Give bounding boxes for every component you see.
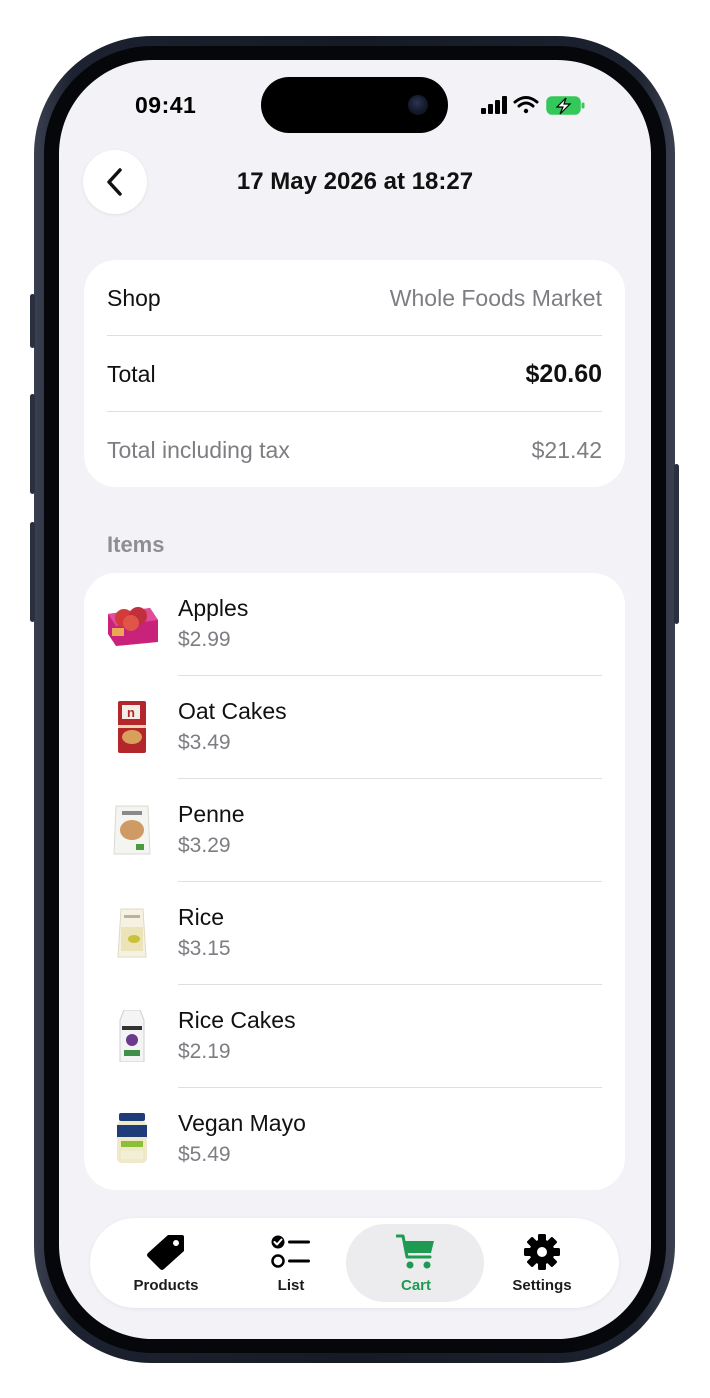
tab-list[interactable]: List [225, 1218, 357, 1308]
item-name: Penne [178, 801, 245, 827]
oat-cakes-thumb: n [104, 701, 160, 753]
status-time: 09:41 [135, 92, 197, 118]
list-item[interactable]: Penne $3.29 [84, 779, 625, 882]
summary-card: Shop Whole Foods Market Total $20.60 Tot… [84, 260, 625, 487]
svg-text:n: n [127, 705, 135, 720]
list-item[interactable]: n Oat Cakes $3.49 [84, 676, 625, 779]
rice-cakes-thumb [104, 1009, 160, 1063]
tab-products[interactable]: Products [100, 1218, 232, 1308]
tax-row: Total including tax $21.42 [107, 412, 602, 488]
tab-label: Products [133, 1276, 199, 1294]
tab-settings[interactable]: Settings [476, 1218, 608, 1308]
volume-up-button [30, 394, 35, 494]
item-name: Oat Cakes [178, 698, 287, 724]
screen: 09:41 17 May 2026 at 18:27 Shop Whole Fo… [59, 60, 651, 1339]
shop-label: Shop [107, 284, 161, 311]
item-price: $3.29 [178, 834, 231, 857]
battery-charging-icon [546, 96, 585, 115]
item-name: Apples [178, 595, 249, 621]
item-name: Vegan Mayo [178, 1110, 306, 1136]
front-camera [408, 95, 428, 115]
item-name: Rice [178, 904, 225, 930]
penne-thumb [104, 804, 160, 856]
total-label: Total [107, 360, 156, 387]
list-item[interactable]: Rice Cakes $2.19 [84, 985, 625, 1088]
gear-icon [524, 1233, 560, 1270]
nav-header: 17 May 2026 at 18:27 [59, 150, 651, 214]
tab-label: Settings [512, 1276, 572, 1294]
cellular-signal-icon [481, 96, 507, 114]
tax-label: Total including tax [107, 436, 290, 463]
cart-icon [396, 1234, 434, 1268]
tag-icon [147, 1234, 184, 1270]
tax-value: $21.42 [531, 436, 602, 463]
item-price: $2.19 [178, 1040, 231, 1063]
item-price: $2.99 [178, 628, 231, 651]
item-price: $3.15 [178, 937, 231, 960]
item-name: Rice Cakes [178, 1007, 296, 1033]
items-card: Apples $2.99 n Oat Cakes $3.49 Penne $3.… [84, 573, 625, 1190]
page-title: 17 May 2026 at 18:27 [236, 168, 474, 195]
list-item[interactable]: Rice $3.15 [84, 882, 625, 985]
back-button[interactable] [83, 150, 147, 214]
checklist-icon [271, 1235, 310, 1268]
items-section-label: Items [107, 532, 165, 557]
tab-label: Cart [400, 1276, 431, 1294]
total-value: $20.60 [525, 359, 602, 388]
volume-down-button [30, 522, 35, 622]
tab-cart[interactable]: Cart [346, 1218, 484, 1308]
shop-row: Shop Whole Foods Market [107, 260, 602, 336]
list-item[interactable]: Vegan Mayo $5.49 [84, 1088, 625, 1191]
status-icons [481, 94, 601, 118]
wifi-icon [513, 96, 539, 114]
rice-thumb [104, 907, 160, 959]
tab-label: List [277, 1276, 305, 1294]
power-button [674, 464, 679, 624]
tab-bar: Products List Cart Settings [90, 1218, 619, 1308]
shop-value: Whole Foods Market [389, 284, 602, 311]
list-item[interactable]: Apples $2.99 [84, 573, 625, 676]
vegan-mayo-thumb [104, 1113, 160, 1165]
apples-thumb [104, 598, 160, 650]
action-button [30, 294, 35, 348]
chevron-left-icon [107, 168, 122, 196]
total-row: Total $20.60 [107, 336, 602, 412]
item-price: $3.49 [178, 731, 231, 754]
item-price: $5.49 [178, 1143, 231, 1166]
dynamic-island [261, 77, 448, 133]
